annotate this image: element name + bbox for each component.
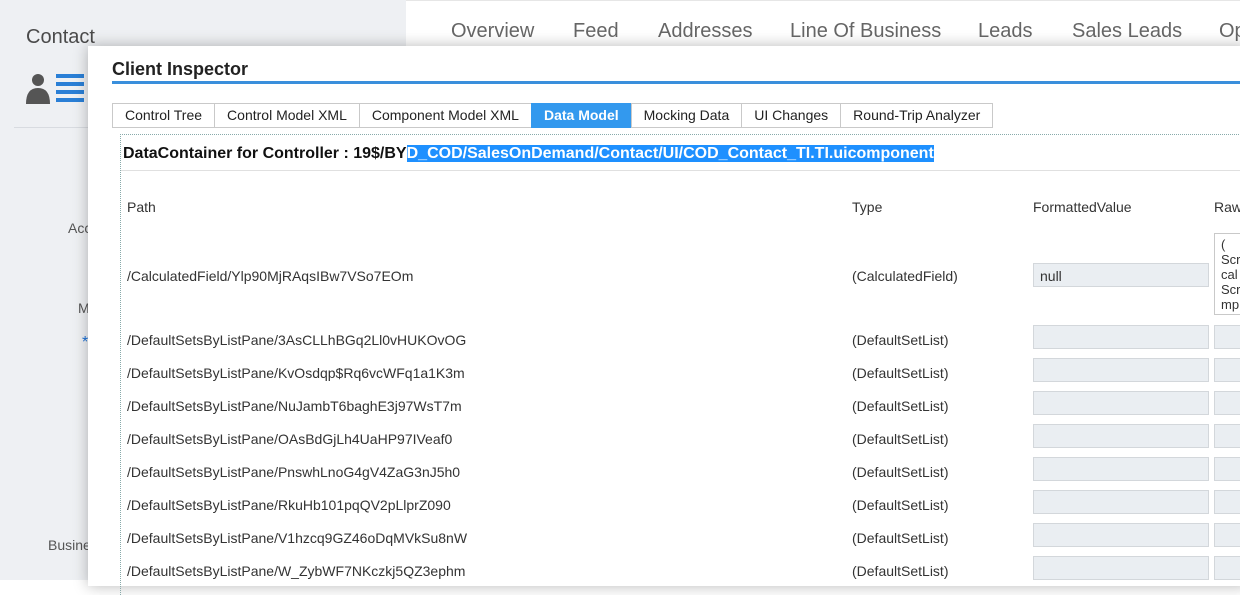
tab-line-of-business[interactable]: Line Of Business bbox=[790, 20, 941, 43]
path-cell: /CalculatedField/Ylp90MjRAqsIBw7VSo7EOm bbox=[127, 268, 414, 284]
column-header-type: Type bbox=[852, 199, 883, 215]
tab-sales-leads[interactable]: Sales Leads bbox=[1072, 20, 1182, 43]
table-row: /DefaultSetsByListPane/PnswhLnoG4gV4ZaG3… bbox=[121, 457, 1240, 487]
tab-round-trip-analyzer[interactable]: Round-Trip Analyzer bbox=[840, 103, 994, 128]
table-row: /DefaultSetsByListPane/KvOsdqp$Rq6vcWFq1… bbox=[121, 358, 1240, 388]
table-row: /DefaultSetsByListPane/NuJambT6baghE3j97… bbox=[121, 391, 1240, 421]
formatted-value-field[interactable] bbox=[1033, 358, 1209, 382]
table-row: /DefaultSetsByListPane/W_ZybWF7NKczkj5QZ… bbox=[121, 556, 1240, 586]
formatted-value-field[interactable] bbox=[1033, 424, 1209, 448]
path-cell: /DefaultSetsByListPane/OAsBdGjLh4UaHP97I… bbox=[127, 431, 453, 447]
header-prefix: DataContainer for Controller : 19$/BY bbox=[123, 145, 407, 162]
tab-ui-changes[interactable]: UI Changes bbox=[741, 103, 841, 128]
table-row: /CalculatedField/Ylp90MjRAqsIBw7VSo7EOm … bbox=[121, 233, 1240, 315]
path-cell: /DefaultSetsByListPane/NuJambT6baghE3j97… bbox=[127, 398, 462, 414]
title-divider bbox=[112, 81, 1240, 84]
tab-leads[interactable]: Leads bbox=[978, 20, 1033, 43]
raw-value-field[interactable]: ( Scr cal Scr mp bbox=[1214, 233, 1240, 315]
formatted-value-field[interactable] bbox=[1033, 457, 1209, 481]
type-cell: (DefaultSetList) bbox=[852, 332, 949, 348]
raw-value-field[interactable] bbox=[1214, 457, 1240, 481]
raw-value-field[interactable] bbox=[1214, 523, 1240, 547]
raw-value-field[interactable] bbox=[1214, 358, 1240, 382]
table-row: /DefaultSetsByListPane/3AsCLLhBGq2Ll0vHU… bbox=[121, 325, 1240, 355]
inspector-tabs: Control Tree Control Model XML Component… bbox=[112, 103, 994, 128]
column-header-formatted-value: FormattedValue bbox=[1033, 199, 1132, 215]
table-row: /DefaultSetsByListPane/RkuHb101pqQV2pLlp… bbox=[121, 490, 1240, 520]
type-cell: (DefaultSetList) bbox=[852, 431, 949, 447]
type-cell: (DefaultSetList) bbox=[852, 530, 949, 546]
type-cell: (DefaultSetList) bbox=[852, 464, 949, 480]
type-cell: (CalculatedField) bbox=[852, 268, 958, 284]
path-cell: /DefaultSetsByListPane/KvOsdqp$Rq6vcWFq1… bbox=[127, 365, 465, 381]
path-cell: /DefaultSetsByListPane/3AsCLLhBGq2Ll0vHU… bbox=[127, 332, 467, 348]
tab-control-model-xml[interactable]: Control Model XML bbox=[214, 103, 359, 128]
table-row: /DefaultSetsByListPane/V1hzcq9GZ46oDqMVk… bbox=[121, 523, 1240, 553]
data-model-panel: DataContainer for Controller : 19$/BYD_C… bbox=[120, 134, 1240, 595]
tab-data-model[interactable]: Data Model bbox=[530, 103, 631, 128]
raw-value-field[interactable] bbox=[1214, 391, 1240, 415]
contact-list-icon[interactable] bbox=[26, 72, 86, 104]
formatted-value-field[interactable] bbox=[1033, 490, 1209, 514]
raw-value-field[interactable] bbox=[1214, 556, 1240, 580]
tab-feed[interactable]: Feed bbox=[573, 20, 619, 43]
path-cell: /DefaultSetsByListPane/V1hzcq9GZ46oDqMVk… bbox=[127, 530, 468, 546]
column-header-raw: Raw bbox=[1214, 199, 1240, 215]
formatted-value-field[interactable]: null bbox=[1033, 263, 1209, 287]
column-header-path: Path bbox=[127, 199, 156, 215]
tab-addresses[interactable]: Addresses bbox=[658, 20, 753, 43]
formatted-value-field[interactable] bbox=[1033, 325, 1209, 349]
path-cell: /DefaultSetsByListPane/W_ZybWF7NKczkj5QZ… bbox=[127, 563, 466, 579]
formatted-value-field[interactable] bbox=[1033, 523, 1209, 547]
header-divider bbox=[121, 170, 1240, 171]
raw-value-field[interactable] bbox=[1214, 424, 1240, 448]
field-label-fragment: Busine bbox=[48, 537, 91, 553]
tab-overview[interactable]: Overview bbox=[451, 20, 534, 43]
app-title: Contact bbox=[26, 26, 95, 48]
raw-value-field[interactable] bbox=[1214, 325, 1240, 349]
tab-component-model-xml[interactable]: Component Model XML bbox=[358, 103, 531, 128]
type-cell: (DefaultSetList) bbox=[852, 563, 949, 579]
tab-opportunities[interactable]: Op bbox=[1219, 20, 1240, 43]
tab-mocking-data[interactable]: Mocking Data bbox=[630, 103, 742, 128]
table-row: /DefaultSetsByListPane/OAsBdGjLh4UaHP97I… bbox=[121, 424, 1240, 454]
client-inspector-dialog: Client Inspector Control Tree Control Mo… bbox=[88, 46, 1240, 595]
path-cell: /DefaultSetsByListPane/PnswhLnoG4gV4ZaG3… bbox=[127, 464, 461, 480]
path-cell: /DefaultSetsByListPane/RkuHb101pqQV2pLlp… bbox=[127, 497, 451, 513]
formatted-value-field[interactable] bbox=[1033, 556, 1209, 580]
dialog-title: Client Inspector bbox=[112, 59, 249, 79]
header-selected-text[interactable]: D_COD/SalesOnDemand/Contact/UI/COD_Conta… bbox=[406, 145, 934, 162]
data-container-header: DataContainer for Controller : 19$/BYD_C… bbox=[123, 145, 934, 163]
raw-value-field[interactable] bbox=[1214, 490, 1240, 514]
formatted-value-field[interactable] bbox=[1033, 391, 1209, 415]
tab-control-tree[interactable]: Control Tree bbox=[112, 103, 215, 128]
type-cell: (DefaultSetList) bbox=[852, 398, 949, 414]
type-cell: (DefaultSetList) bbox=[852, 497, 949, 513]
type-cell: (DefaultSetList) bbox=[852, 365, 949, 381]
